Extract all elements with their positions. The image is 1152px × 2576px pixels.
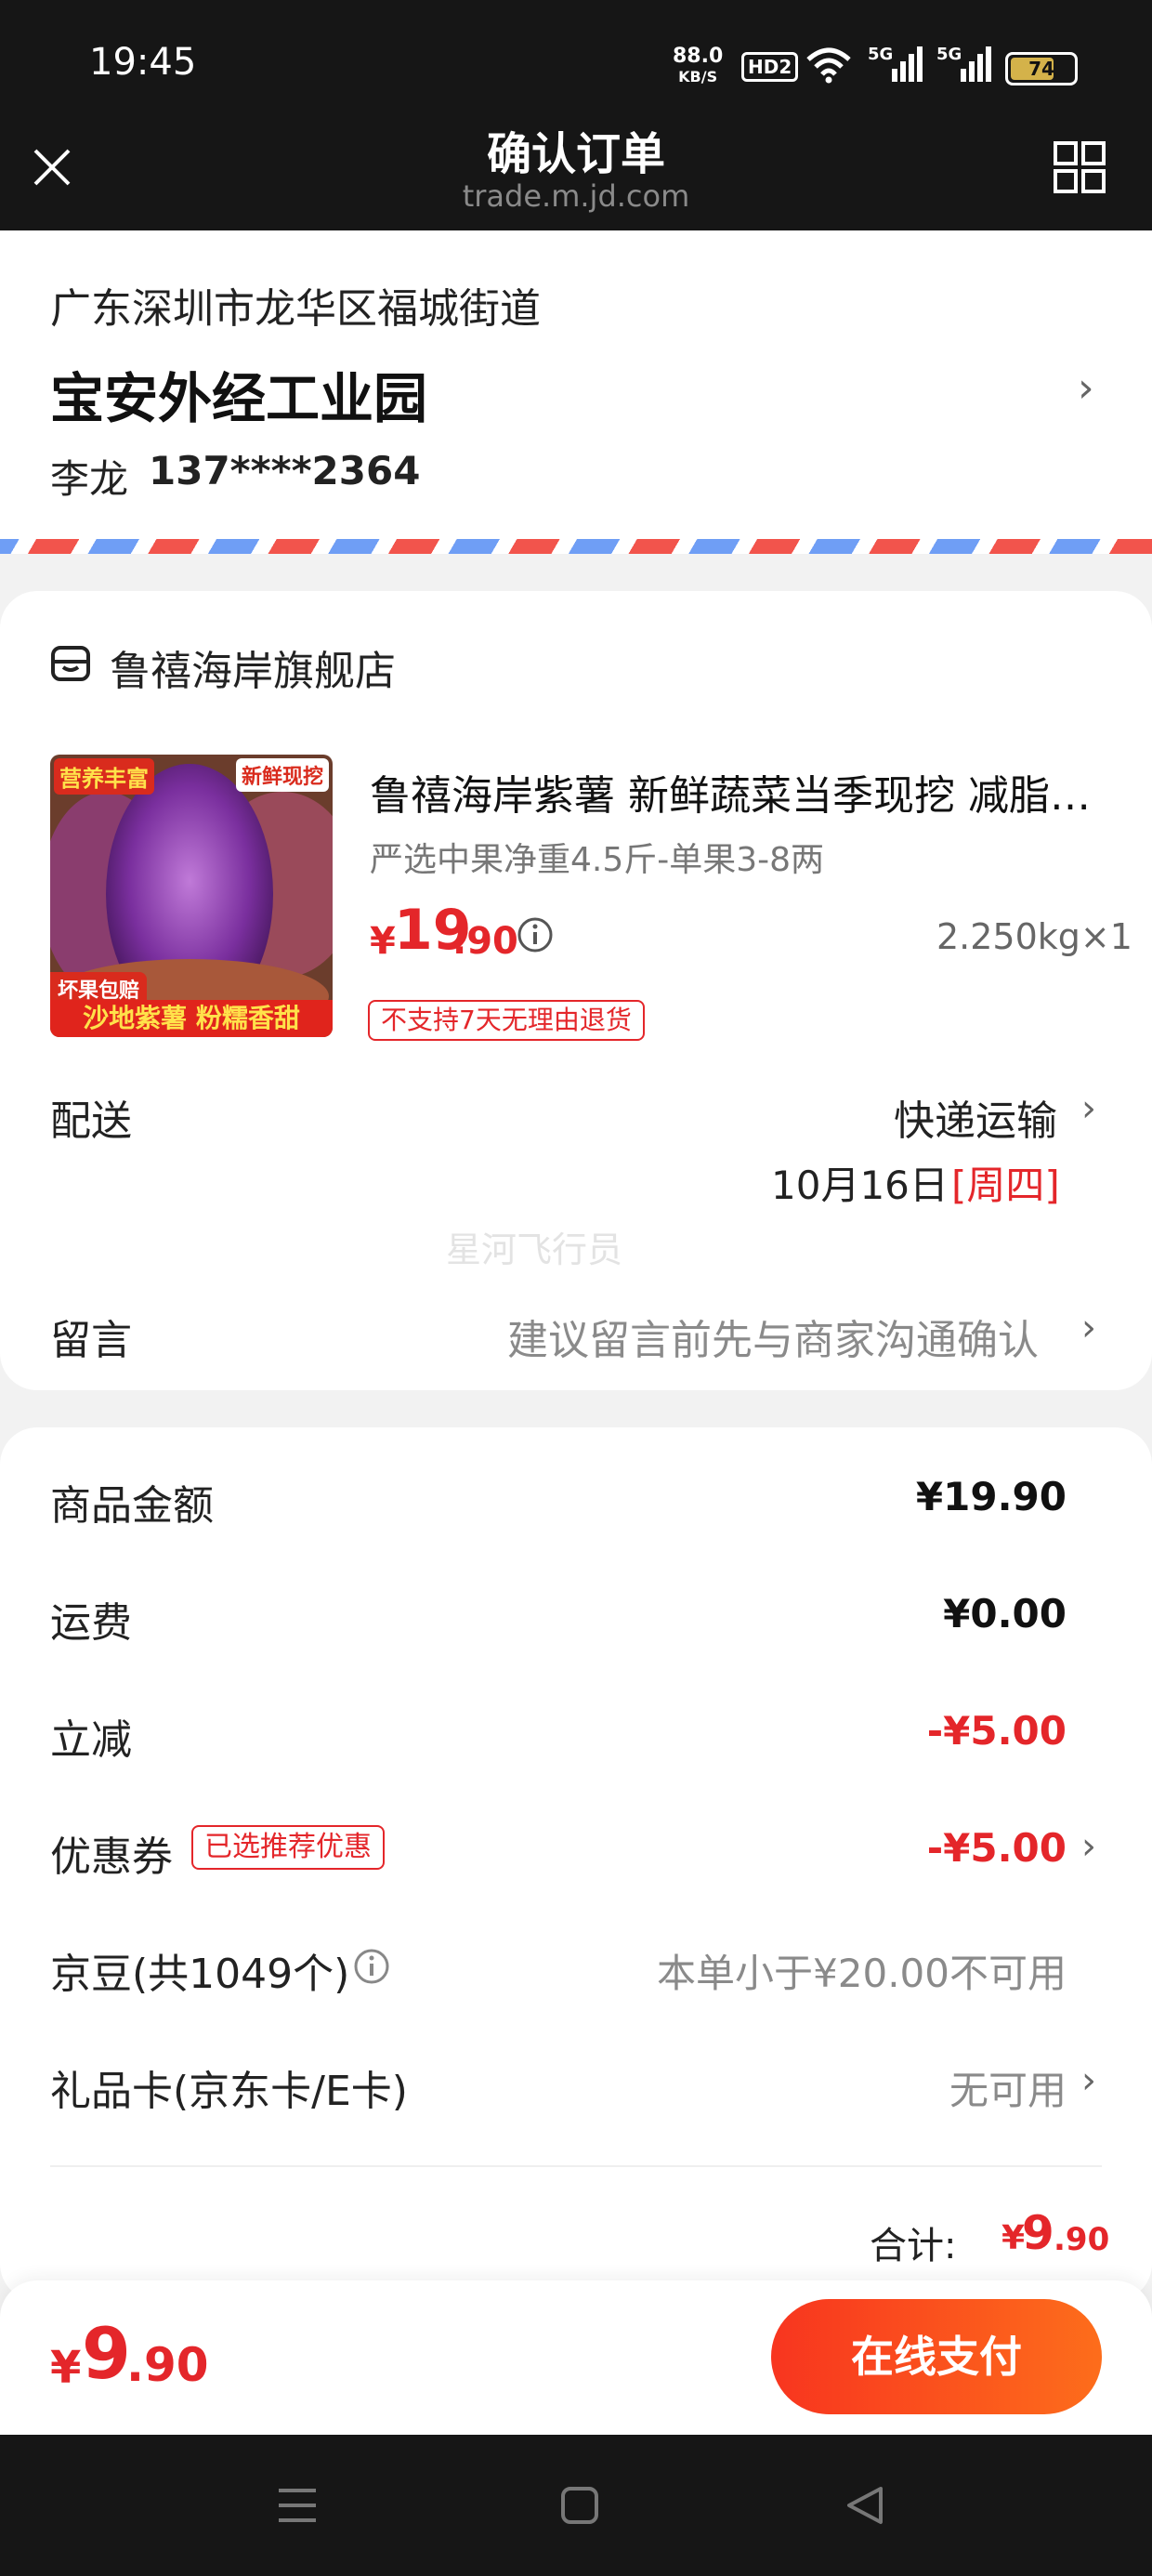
total-decimal: .90 [1054, 2221, 1110, 2258]
goods-amount-label: 商品金额 [50, 1482, 214, 1530]
summary-divider [50, 2165, 1102, 2167]
giftcard-chevron-icon[interactable]: › [1081, 2059, 1096, 2102]
giftcard-value[interactable]: 无可用 [949, 2059, 1067, 2116]
price-decimal: .90 [452, 920, 518, 963]
hd-icon: HD2 [741, 52, 799, 82]
recipient-phone: 137****2364 [149, 448, 421, 493]
goods-amount-value: ¥19.90 [915, 1474, 1067, 1519]
grid-menu-icon[interactable] [1054, 141, 1106, 193]
airmail-stripe [0, 539, 1152, 554]
image-tag-fresh: 新鲜现挖 [235, 758, 329, 792]
product-image[interactable]: 营养丰富 新鲜现挖 坏果包赔 沙地紫薯 粉糯香甜 [50, 755, 333, 1037]
jingdou-value: 本单小于¥20.00不可用 [657, 1951, 1067, 1996]
net-speed: 88.0 KB/S [673, 46, 723, 87]
recipient-name: 李龙 [50, 456, 129, 502]
price-symbol: ¥ [370, 920, 396, 963]
image-tag-slogan: 沙地紫薯 粉糯香甜 [50, 1000, 333, 1037]
watermark: 星河飞行员 [446, 1229, 623, 1270]
image-tag-nutrition: 营养丰富 [54, 758, 154, 795]
page-title: 确认订单 [486, 128, 665, 180]
product-quantity: 2.250kg×1 [936, 916, 1132, 957]
battery-level: 74 [1028, 58, 1054, 80]
total-integer: 9 [1022, 2206, 1054, 2260]
delivery-date: 10月16日 [771, 1163, 949, 1208]
price-info-icon[interactable] [517, 916, 554, 953]
pay-amount-decimal: .90 [126, 2338, 209, 2392]
pay-online-button[interactable]: 在线支付 [771, 2299, 1102, 2414]
discount-value: -¥5.00 [926, 1708, 1067, 1754]
address-detail: 宝安外经工业园 [50, 367, 428, 430]
home-icon[interactable] [559, 2485, 600, 2526]
delivery-method[interactable]: 快递运输 [894, 1087, 1057, 1147]
coupon-chevron-icon[interactable]: › [1081, 1825, 1096, 1868]
menu-icon[interactable] [275, 2485, 320, 2526]
product-spec: 严选中果净重4.5斤-单果3-8两 [370, 841, 825, 879]
delivery-weekday: [周四] [951, 1163, 1060, 1208]
pay-symbol: ¥ [50, 2342, 82, 2394]
discount-label: 立减 [50, 1716, 132, 1764]
net-speed-value: 88.0 [673, 45, 724, 68]
status-time: 19:45 [89, 41, 197, 84]
delivery-chevron-icon[interactable]: › [1081, 1087, 1096, 1130]
message-chevron-icon[interactable]: › [1081, 1307, 1096, 1349]
total-label: 合计: [870, 2225, 957, 2267]
store-icon [51, 646, 90, 681]
shipping-label: 运费 [50, 1599, 132, 1647]
page-domain: trade.m.jd.com [462, 178, 690, 214]
return-policy-badge: 不支持7天无理由退货 [368, 1000, 645, 1041]
giftcard-label: 礼品卡(京东卡/E卡) [50, 2068, 408, 2115]
store-name[interactable]: 鲁禧海岸旗舰店 [110, 637, 396, 697]
product-title[interactable]: 鲁禧海岸紫薯 新鲜蔬菜当季现挖 减脂代餐 [370, 762, 1094, 821]
delivery-label: 配送 [50, 1097, 132, 1145]
pay-amount-integer: 9 [82, 2312, 131, 2395]
net-speed-unit: KB/S [678, 68, 718, 85]
address-region: 广东深圳市龙华区福城街道 [50, 285, 541, 333]
message-input[interactable]: 建议留言前先与商家沟通确认 [507, 1307, 1039, 1366]
battery-icon: 74 [1005, 52, 1078, 85]
shipping-value: ¥0.00 [943, 1591, 1067, 1636]
back-icon[interactable] [844, 2483, 884, 2528]
wifi-icon [806, 47, 851, 84]
coupon-badge: 已选推荐优惠 [191, 1825, 385, 1870]
coupon-value[interactable]: -¥5.00 [927, 1825, 1067, 1871]
coupon-label: 优惠券 [50, 1833, 173, 1881]
hd-label: HD2 [741, 52, 799, 82]
jingdou-info-icon[interactable] [353, 1948, 390, 1985]
address-chevron-icon: › [1078, 364, 1094, 412]
message-label: 留言 [50, 1317, 132, 1364]
jingdou-label: 京豆(共1049个) [50, 1951, 350, 1998]
